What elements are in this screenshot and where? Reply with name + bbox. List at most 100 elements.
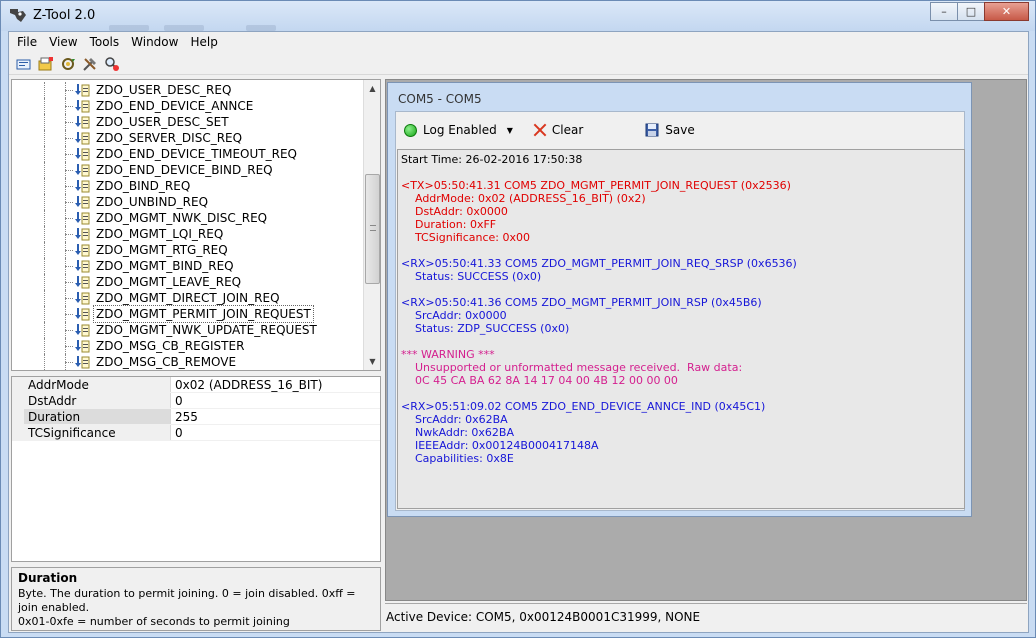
command-node-icon [75,84,90,97]
tree-line [65,90,73,91]
tree-item[interactable]: ZDO_UNBIND_REQ [12,194,364,210]
tree-line [44,162,45,178]
menu-tools[interactable]: Tools [84,35,126,49]
tree-item-label: ZDO_MGMT_LEAVE_REQ [96,275,242,289]
tree-item-label: ZDO_MGMT_BIND_REQ [96,259,234,273]
tree-line [44,178,45,194]
tools-button[interactable] [79,54,101,74]
maximize-button[interactable]: □ [957,2,985,21]
prop-value[interactable]: 0x02 (ADDRESS_16_BIT) [170,377,380,392]
close-button[interactable]: ✕ [984,2,1029,21]
tree-item[interactable]: ZDO_MGMT_DIRECT_JOIN_REQ [12,290,364,306]
scroll-thumb[interactable] [365,174,380,284]
menu-window[interactable]: Window [125,35,184,49]
tree-item[interactable]: ZDO_MGMT_LQI_REQ [12,226,364,242]
gear-refresh-icon [62,57,75,70]
tree-line [44,114,45,130]
search-device-button[interactable] [101,54,123,74]
tree-item-label: ZDO_MGMT_LQI_REQ [96,227,224,241]
prop-row-tcsignificance[interactable]: TCSignificance 0 [12,425,380,441]
tree-item[interactable]: ZDO_MGMT_LEAVE_REQ [12,274,364,290]
tree-item[interactable]: ZDO_END_DEVICE_TIMEOUT_REQ [12,146,364,162]
log-line: <RX>05:50:41.36 COM5 ZDO_MGMT_PERMIT_JOI… [401,296,762,309]
tree-item[interactable]: ZDO_USER_DESC_SET [12,114,364,130]
log-line: DstAddr: 0x0000 [401,205,508,218]
tree-item[interactable]: ZDO_MGMT_RTG_REQ [12,242,364,258]
log-line: 0C 45 CA BA 62 8A 14 17 04 00 4B 12 00 0… [401,374,678,387]
log-line: Capabilities: 0x8E [401,452,514,465]
tree-item[interactable]: ZDO_MGMT_NWK_DISC_REQ [12,210,364,226]
tree-item[interactable]: ZDO_MGMT_NWK_UPDATE_REQUEST [12,322,364,338]
minimize-button[interactable]: – [930,2,958,21]
prop-name: AddrMode [12,377,170,392]
log-line: Status: ZDP_SUCCESS (0x0) [401,322,570,335]
prop-row-dstaddr[interactable]: DstAddr 0 [12,393,380,409]
help-line-1: Byte. The duration to permit joining. 0 … [18,587,356,614]
tree-item-label: ZDO_MGMT_DIRECT_JOIN_REQ [96,291,280,305]
tree-item-label: ZDO_END_DEVICE_TIMEOUT_REQ [96,147,297,161]
tree-line [44,194,45,210]
log-line: Status: SUCCESS (0x0) [401,270,542,283]
prop-row-duration[interactable]: Duration 255 [12,409,380,425]
command-node-icon [75,324,90,337]
prop-row-addrmode[interactable]: AddrMode 0x02 (ADDRESS_16_BIT) [12,377,380,393]
tree-item[interactable]: ZDO_SERVER_DISC_REQ [12,130,364,146]
tree-line [44,258,45,274]
tree-item[interactable]: ZDO_MSG_CB_REGISTER [12,338,364,354]
floppy-disk-icon [645,123,659,137]
menu-bar: File View Tools Window Help [9,32,1028,52]
command-tree[interactable]: ZDO_USER_DESC_REQ ZDO_END_DEVICE_ANNCE ZDO… [11,79,381,371]
tree-scrollbar[interactable]: ▲ ▼ [363,80,380,370]
command-node-icon [75,100,90,113]
mdi-area: COM5 - COM5 Log Enabled ▼ Clear Save Sta… [385,79,1027,601]
tree-item-label: ZDO_MSG_CB_REGISTER [96,339,245,353]
command-node-icon [75,260,90,273]
menu-help[interactable]: Help [184,35,223,49]
tree-item[interactable]: ZDO_END_DEVICE_ANNCE [12,98,364,114]
folder-add-button[interactable] [35,54,57,74]
command-node-icon [75,164,90,177]
tree-line [44,226,45,242]
tree-item-label: ZDO_MSG_CB_REMOVE [96,355,237,369]
tree-item[interactable]: ZDO_MGMT_PERMIT_JOIN_REQUEST [12,305,364,323]
tree-line [44,306,45,322]
status-bar: Active Device: COM5, 0x00124B0001C31999,… [385,603,1027,631]
tree-item[interactable]: ZDO_BIND_REQ [12,178,364,194]
save-label: Save [665,123,695,137]
scroll-down-icon[interactable]: ▼ [364,353,380,370]
clear-button[interactable]: Clear [533,123,583,137]
prop-value[interactable]: 0 [170,393,380,408]
title-bar[interactable]: Z-Tool 2.0 – □ ✕ [1,1,1035,31]
tree-item-label: ZDO_SERVER_DISC_REQ [96,131,243,145]
command-node-icon [75,196,90,209]
tree-line [44,322,45,338]
tree-item-label: ZDO_MGMT_NWK_DISC_REQ [96,211,268,225]
scroll-up-icon[interactable]: ▲ [364,80,380,97]
menu-file[interactable]: File [11,35,43,49]
log-spacer [401,283,961,296]
tree-line [65,266,73,267]
help-panel: Duration Byte. The duration to permit jo… [11,567,381,631]
gear-refresh-button[interactable] [57,54,79,74]
log-spacer [401,244,961,257]
tree-item[interactable]: ZDO_MGMT_BIND_REQ [12,258,364,274]
prop-value[interactable]: 255 [170,409,380,424]
tree-line [44,82,45,98]
log-line: <RX>05:50:41.33 COM5 ZDO_MGMT_PERMIT_JOI… [401,257,797,270]
chevron-down-icon[interactable]: ▼ [507,126,513,135]
log-line: *** WARNING *** [401,348,495,361]
tree-item-label: ZDO_USER_DESC_REQ [96,83,232,97]
com-window-title: COM5 - COM5 [398,92,482,106]
log-enabled-button[interactable]: Log Enabled ▼ [404,123,519,137]
message-log[interactable]: Start Time: 26-02-2016 17:50:38 <TX>05:50… [397,149,965,509]
tree-item[interactable]: ZDO_MSG_CB_REMOVE [12,354,364,370]
menu-view[interactable]: View [43,35,83,49]
window-title: Z-Tool 2.0 [33,8,96,23]
command-node-icon [75,356,90,369]
prop-value[interactable]: 0 [170,425,380,440]
client-area: File View Tools Window Help ZDO_USER_DES… [8,31,1029,633]
open-button[interactable] [13,54,35,74]
tree-item[interactable]: ZDO_END_DEVICE_BIND_REQ [12,162,364,178]
save-button[interactable]: Save [645,123,695,137]
tree-item[interactable]: ZDO_USER_DESC_REQ [12,82,364,98]
